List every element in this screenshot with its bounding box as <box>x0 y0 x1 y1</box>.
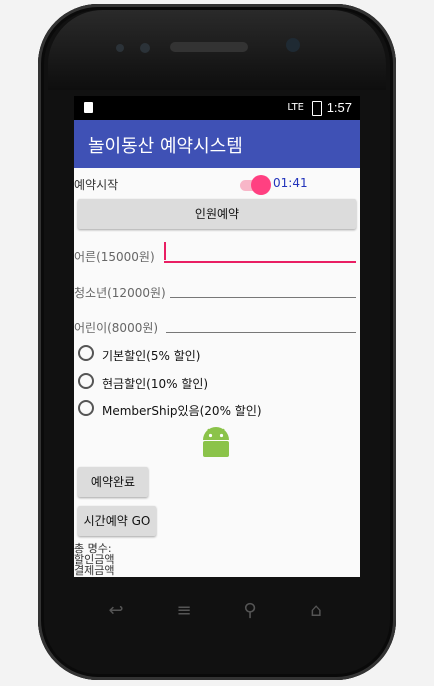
basic-discount-label: 기본할인(5% 할인) <box>102 349 201 363</box>
earpiece-speaker <box>170 42 248 52</box>
complete-button[interactable]: 예약완료 <box>78 467 148 497</box>
membership-discount-label: MemberShip있음(20% 할인) <box>102 404 262 418</box>
status-time: 1:57 <box>326 100 352 115</box>
home-icon[interactable]: ⌂ <box>304 600 328 622</box>
status-bar: LTE 1:57 <box>74 96 360 120</box>
group-booking-button[interactable]: 인원예약 <box>78 199 356 229</box>
battery-icon <box>312 101 322 116</box>
back-icon[interactable]: ↩ <box>104 600 128 622</box>
child-input[interactable] <box>166 332 356 333</box>
reservation-start-row: 예약시작 01:41 <box>74 174 360 196</box>
child-label: 어린이(8000원) <box>74 321 159 335</box>
proximity-sensor <box>116 44 124 52</box>
app-bar: 놀이동산 예약시스템 <box>74 120 360 168</box>
signal-icon: LTE <box>287 102 304 113</box>
summary-text: 총 명수: 할인금액 결제금액 <box>74 543 114 576</box>
menu-icon[interactable]: ≡ <box>172 600 196 622</box>
text-cursor <box>164 242 166 260</box>
hardware-nav-bar: ↩ ≡ ⚲ ⌂ <box>74 586 360 638</box>
payment-amount: 결제금액 <box>74 564 115 577</box>
time-booking-button[interactable]: 시간예약 GO <box>78 506 156 536</box>
adult-label: 어른(15000원) <box>74 250 155 264</box>
android-robot-icon <box>203 427 229 457</box>
teen-label: 청소년(12000원) <box>74 286 166 300</box>
light-sensor <box>140 43 150 53</box>
cash-discount-label: 현금할인(10% 할인) <box>102 377 209 391</box>
search-icon[interactable]: ⚲ <box>238 600 262 622</box>
adult-input[interactable] <box>164 261 356 263</box>
device-screen: LTE 1:57 놀이동산 예약시스템 예약시작 01:41 인원예약 어른(1… <box>74 96 360 577</box>
reservation-switch-thumb[interactable] <box>251 175 271 195</box>
radio-cash-discount[interactable] <box>78 373 94 389</box>
app-title: 놀이동산 예약시스템 <box>88 136 243 157</box>
phone-top-bezel <box>48 10 386 90</box>
radio-basic-discount[interactable] <box>78 345 94 361</box>
reservation-start-label: 예약시작 <box>74 178 119 192</box>
sd-card-icon <box>84 102 93 113</box>
radio-membership-discount[interactable] <box>78 400 94 416</box>
teen-input[interactable] <box>170 297 356 298</box>
chronometer: 01:41 <box>273 176 308 190</box>
front-camera <box>286 38 300 52</box>
